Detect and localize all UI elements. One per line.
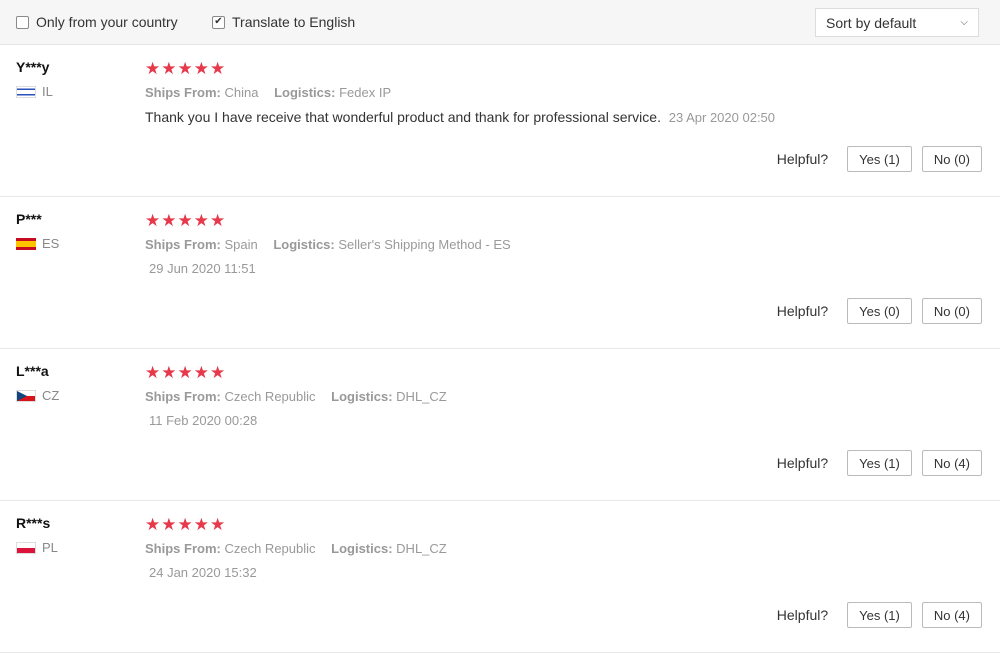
reviewer-name: Y***y	[16, 59, 50, 75]
reviewer-info: R***s PL	[16, 515, 58, 555]
helpful-label: Helpful?	[776, 607, 829, 623]
spain-flag-icon	[16, 237, 36, 250]
ships-from-label: Ships From:	[145, 389, 221, 404]
sort-dropdown[interactable]: Sort by default ⌵	[815, 8, 979, 37]
helpful-no-button[interactable]: No (0)	[921, 298, 982, 324]
logistics-value: DHL_CZ	[396, 541, 447, 556]
shipping-info: Ships From: Czech Republic Logistics: DH…	[145, 541, 982, 556]
czech-flag-icon	[16, 389, 36, 402]
review-content: ★★★★★ Ships From: Spain Logistics: Selle…	[145, 211, 982, 277]
helpful-no-button[interactable]: No (4)	[921, 450, 982, 476]
ships-from-value: Spain	[224, 237, 258, 252]
logistics-value: Fedex IP	[339, 85, 392, 100]
helpful-yes-button[interactable]: Yes (1)	[847, 146, 912, 172]
review-item: L***a CZ ★★★★★ Ships From: Czech Republi…	[0, 349, 1000, 501]
checkbox-checked-icon[interactable]: ✔	[212, 15, 225, 29]
star-rating: ★★★★★	[145, 211, 227, 230]
ships-from-value: Czech Republic	[224, 389, 316, 404]
reviewer-country: PL	[16, 540, 58, 555]
helpful-label: Helpful?	[776, 455, 829, 471]
ships-from-label: Ships From:	[145, 541, 221, 556]
ships-from-label: Ships From:	[145, 237, 221, 252]
helpful-yes-button[interactable]: Yes (1)	[847, 602, 912, 628]
reviewer-country: ES	[16, 236, 59, 251]
helpful-label: Helpful?	[776, 303, 829, 319]
helpful-vote: Helpful? Yes (1) No (4)	[777, 450, 982, 476]
review-text: Thank you I have receive that wonderful …	[145, 109, 661, 125]
helpful-vote: Helpful? Yes (1) No (4)	[777, 602, 982, 628]
logistics-value: Seller's Shipping Method - ES	[338, 237, 511, 252]
sort-selected-value: Sort by default	[826, 14, 917, 31]
ships-from-value: Czech Republic	[224, 541, 316, 556]
review-content: ★★★★★ Ships From: Czech Republic Logisti…	[145, 515, 982, 581]
ships-from-value: China	[224, 85, 259, 100]
checkbox-unchecked-icon[interactable]	[16, 15, 29, 29]
reviewer-name: P***	[16, 211, 42, 227]
country-code: IL	[42, 84, 53, 99]
star-rating: ★★★★★	[145, 59, 227, 78]
logistics-label: Logistics:	[274, 85, 336, 100]
country-code: ES	[42, 236, 60, 251]
logistics-label: Logistics:	[331, 389, 393, 404]
only-from-your-country-label: Only from your country	[36, 14, 178, 30]
review-item: Y***y IL ★★★★★ Ships From: China Logisti…	[0, 45, 1000, 197]
shipping-info: Ships From: China Logistics: Fedex IP	[145, 85, 982, 100]
reviewer-name: L***a	[16, 363, 49, 379]
review-text-line: Thank you I have receive that wonderful …	[145, 109, 982, 125]
ships-from-label: Ships From:	[145, 85, 221, 100]
reviewer-info: P*** ES	[16, 211, 59, 251]
reviewer-info: Y***y IL	[16, 59, 53, 99]
review-content: ★★★★★ Ships From: China Logistics: Fedex…	[145, 59, 982, 126]
poland-flag-icon	[16, 541, 36, 554]
country-code: CZ	[42, 388, 60, 403]
helpful-yes-button[interactable]: Yes (1)	[847, 450, 912, 476]
translate-to-english-label: Translate to English	[232, 14, 356, 30]
logistics-label: Logistics:	[273, 237, 335, 252]
logistics-label: Logistics:	[331, 541, 393, 556]
shipping-info: Ships From: Spain Logistics: Seller's Sh…	[145, 237, 982, 252]
star-rating: ★★★★★	[145, 363, 227, 382]
translate-to-english-checkbox[interactable]: ✔ Translate to English	[212, 0, 355, 44]
logistics-value: DHL_CZ	[396, 389, 447, 404]
review-date: 11 Feb 2020 00:28	[149, 413, 258, 428]
review-filter-bar: Only from your country ✔ Translate to En…	[0, 0, 1000, 45]
only-from-your-country-checkbox[interactable]: Only from your country	[16, 0, 178, 44]
israel-flag-icon	[16, 85, 36, 98]
review-item: R***s PL ★★★★★ Ships From: Czech Republi…	[0, 501, 1000, 653]
reviewer-country: IL	[16, 84, 53, 99]
shipping-info: Ships From: Czech Republic Logistics: DH…	[145, 389, 982, 404]
star-rating: ★★★★★	[145, 515, 227, 534]
helpful-no-button[interactable]: No (0)	[921, 146, 982, 172]
review-item: P*** ES ★★★★★ Ships From: Spain Logistic…	[0, 197, 1000, 349]
reviewer-info: L***a CZ	[16, 363, 59, 403]
review-date: 24 Jan 2020 15:32	[149, 565, 257, 580]
reviewer-country: CZ	[16, 388, 59, 403]
chevron-down-icon: ⌵	[960, 17, 968, 28]
reviewer-name: R***s	[16, 515, 51, 531]
helpful-vote: Helpful? Yes (0) No (0)	[777, 298, 982, 324]
helpful-vote: Helpful? Yes (1) No (0)	[777, 146, 982, 172]
review-content: ★★★★★ Ships From: Czech Republic Logisti…	[145, 363, 982, 429]
country-code: PL	[42, 540, 58, 555]
helpful-label: Helpful?	[776, 151, 829, 167]
helpful-no-button[interactable]: No (4)	[921, 602, 982, 628]
review-date: 29 Jun 2020 11:51	[149, 261, 256, 276]
review-date: 23 Apr 2020 02:50	[668, 110, 776, 125]
helpful-yes-button[interactable]: Yes (0)	[847, 298, 912, 324]
